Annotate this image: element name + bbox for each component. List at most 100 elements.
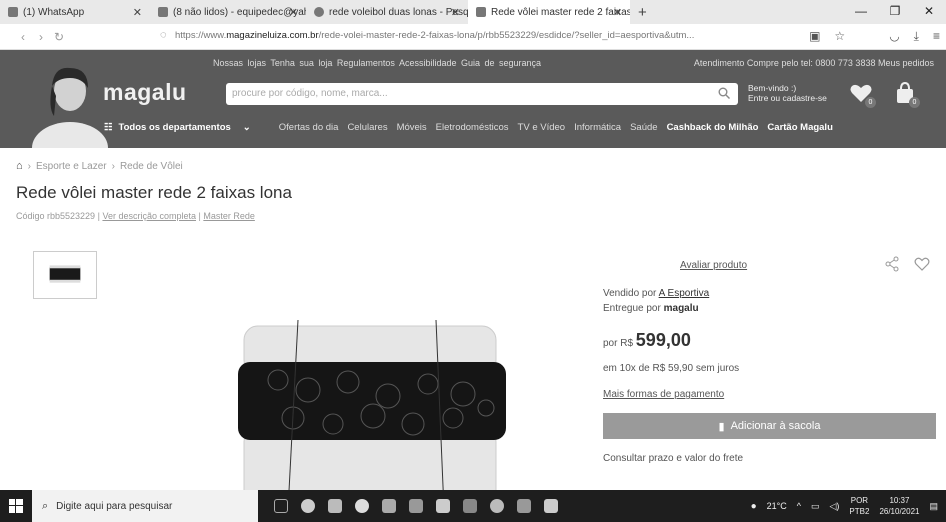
magalu-logo[interactable]: magalu bbox=[103, 79, 187, 106]
tab-title: rede voleibol duas lonas - Pesq bbox=[329, 6, 468, 18]
tab-title: (1) WhatsApp bbox=[23, 6, 85, 18]
rate-product-link[interactable]: Avaliar produto bbox=[680, 260, 747, 271]
share-icon[interactable] bbox=[884, 256, 900, 272]
magalu-favicon-icon bbox=[476, 7, 486, 17]
breadcrumb-separator-icon: › bbox=[111, 160, 115, 172]
mail-icon[interactable] bbox=[328, 499, 342, 513]
taskbar-search-placeholder: Digite aqui para pesquisar bbox=[56, 500, 173, 512]
bookmark-star-icon[interactable]: ☆ bbox=[834, 29, 845, 44]
login-line1: Bem-vindo :) bbox=[748, 83, 797, 93]
brand-link[interactable]: Master Rede bbox=[203, 211, 255, 221]
browser-tab-bar: (1) WhatsApp ✕ (8 não lidos) - equipedec… bbox=[0, 0, 946, 24]
powerpoint-icon[interactable] bbox=[463, 499, 477, 513]
pocket-icon[interactable]: ◡ bbox=[889, 29, 899, 44]
start-button[interactable] bbox=[0, 490, 32, 522]
download-icon[interactable]: ⤓ bbox=[914, 29, 919, 44]
close-window-icon[interactable]: ✕ bbox=[912, 0, 946, 24]
weather-icon: ● bbox=[750, 500, 757, 512]
network-icon[interactable]: ▭ bbox=[811, 501, 820, 512]
search-icon[interactable] bbox=[718, 87, 730, 99]
tab-whatsapp[interactable]: (1) WhatsApp ✕ bbox=[0, 0, 150, 24]
breadcrumb-separator-icon: › bbox=[27, 160, 31, 172]
tab-title: Rede vôlei master rede 2 faixas bbox=[491, 6, 630, 18]
delivered-label: Entregue por bbox=[603, 303, 661, 314]
tab-product-active[interactable]: Rede vôlei master rede 2 faixas ✕ bbox=[468, 0, 630, 24]
breadcrumb-item-rede[interactable]: Rede de Vôlei bbox=[120, 161, 183, 172]
new-tab-button[interactable]: + bbox=[630, 4, 655, 21]
file-explorer-icon[interactable] bbox=[382, 499, 396, 513]
nav-item-eletrodomesticos[interactable]: Eletrodomésticos bbox=[436, 122, 509, 133]
close-icon[interactable]: ✕ bbox=[133, 6, 142, 19]
word-icon[interactable] bbox=[409, 499, 423, 513]
nav-item-ofertas[interactable]: Ofertas do dia bbox=[279, 122, 339, 133]
whatsapp-icon bbox=[8, 7, 18, 17]
language-code: POR bbox=[850, 496, 869, 505]
maximize-icon[interactable]: ❐ bbox=[878, 0, 912, 24]
tab-email[interactable]: (8 não lidos) - equipedec@yah ✕ bbox=[150, 0, 306, 24]
minimize-icon[interactable]: — bbox=[844, 0, 878, 24]
all-departments-menu[interactable]: ☷ Todos os departamentos ⌄ bbox=[104, 122, 251, 133]
payment-options-link[interactable]: Mais formas de pagamento bbox=[603, 389, 724, 400]
forward-icon[interactable]: › bbox=[32, 30, 50, 44]
calculator-icon[interactable] bbox=[517, 499, 531, 513]
tab-google-search[interactable]: rede voleibol duas lonas - Pesq ✕ bbox=[306, 0, 468, 24]
nav-item-saude[interactable]: Saúde bbox=[630, 122, 657, 133]
product-meta: Código rbb5523229 | Ver descrição comple… bbox=[16, 211, 255, 221]
nav-item-moveis[interactable]: Móveis bbox=[397, 122, 427, 133]
close-icon[interactable]: ✕ bbox=[451, 6, 460, 19]
photos-icon[interactable] bbox=[544, 499, 558, 513]
close-icon[interactable]: ✕ bbox=[289, 6, 298, 19]
url-field[interactable]: https://www.magazineluiza.com.br/rede-vo… bbox=[175, 30, 765, 41]
weather-temp[interactable]: 21°C bbox=[767, 501, 787, 511]
excel-icon[interactable] bbox=[436, 499, 450, 513]
seller-link[interactable]: A Esportiva bbox=[659, 288, 710, 299]
top-links[interactable]: Nossas lojas Tenha sua loja Regulamentos… bbox=[213, 58, 541, 68]
window-controls: — ❐ ✕ bbox=[844, 0, 946, 24]
login-link[interactable]: Bem-vindo :) Entre ou cadastre-se bbox=[748, 83, 827, 103]
taskbar-search[interactable]: ⌕ Digite aqui para pesquisar bbox=[32, 490, 258, 522]
clock[interactable]: 10:37 26/10/2021 bbox=[879, 495, 919, 517]
top-links-right[interactable]: Atendimento Compre pelo tel: 0800 773 38… bbox=[694, 58, 934, 68]
edge-icon[interactable] bbox=[490, 499, 504, 513]
add-to-cart-button[interactable]: ▮ Adicionar à sacola bbox=[603, 413, 936, 439]
chrome-icon[interactable] bbox=[301, 499, 315, 513]
home-icon[interactable]: ⌂ bbox=[16, 160, 23, 172]
reader-view-icon[interactable]: ▣ bbox=[809, 29, 820, 44]
wishlist-button[interactable]: 0 bbox=[848, 80, 876, 108]
breadcrumb-item-esporte[interactable]: Esporte e Lazer bbox=[36, 161, 107, 172]
nav-item-cartao[interactable]: Cartão Magalu bbox=[767, 122, 832, 133]
menu-icon[interactable]: ≡ bbox=[933, 29, 940, 44]
product-image[interactable] bbox=[238, 320, 518, 510]
google-icon bbox=[314, 7, 324, 17]
grid-menu-icon: ☷ bbox=[104, 121, 113, 133]
system-tray: ● 21°C ^ ▭ ◁) POR PTB2 10:37 26/10/2021 … bbox=[751, 490, 938, 522]
back-icon[interactable]: ‹ bbox=[14, 30, 32, 44]
full-description-link[interactable]: Ver descrição completa bbox=[102, 211, 196, 221]
breadcrumb: ⌂ › Esporte e Lazer › Rede de Vôlei bbox=[16, 160, 183, 172]
product-thumbnail[interactable] bbox=[33, 251, 97, 299]
search-placeholder: procure por código, nome, marca... bbox=[232, 88, 388, 99]
heart-icon[interactable] bbox=[914, 256, 930, 272]
volume-icon[interactable]: ◁) bbox=[830, 501, 840, 512]
tray-arrow-icon[interactable]: ^ bbox=[797, 501, 801, 511]
cart-button[interactable]: 0 bbox=[892, 80, 920, 108]
nav-item-celulares[interactable]: Celulares bbox=[347, 122, 387, 133]
cart-badge: 0 bbox=[909, 97, 920, 108]
url-domain: magazineluiza.com.br bbox=[226, 30, 319, 41]
price-prefix: por R$ bbox=[603, 338, 634, 349]
url-prefix: https://www. bbox=[175, 30, 227, 41]
address-bar: ‹ › ↻ ◌ https://www.magazineluiza.com.br… bbox=[0, 24, 946, 50]
search-input[interactable]: procure por código, nome, marca... bbox=[226, 83, 738, 105]
firefox-icon[interactable] bbox=[355, 499, 369, 513]
delivery-line: Entregue por magalu bbox=[603, 303, 699, 314]
notifications-icon[interactable]: ▤ bbox=[929, 501, 938, 512]
shield-icon[interactable]: ◌ bbox=[160, 29, 167, 41]
nav-item-tv-video[interactable]: TV e Vídeo bbox=[518, 122, 566, 133]
task-view-icon[interactable] bbox=[274, 499, 288, 513]
nav-item-cashback[interactable]: Cashback do Milhão bbox=[667, 122, 759, 133]
nav-item-informatica[interactable]: Informática bbox=[574, 122, 621, 133]
close-icon[interactable]: ✕ bbox=[613, 6, 622, 19]
delivered-by: magalu bbox=[663, 303, 699, 314]
language-indicator[interactable]: POR PTB2 bbox=[849, 495, 869, 517]
reload-icon[interactable]: ↻ bbox=[50, 30, 68, 44]
